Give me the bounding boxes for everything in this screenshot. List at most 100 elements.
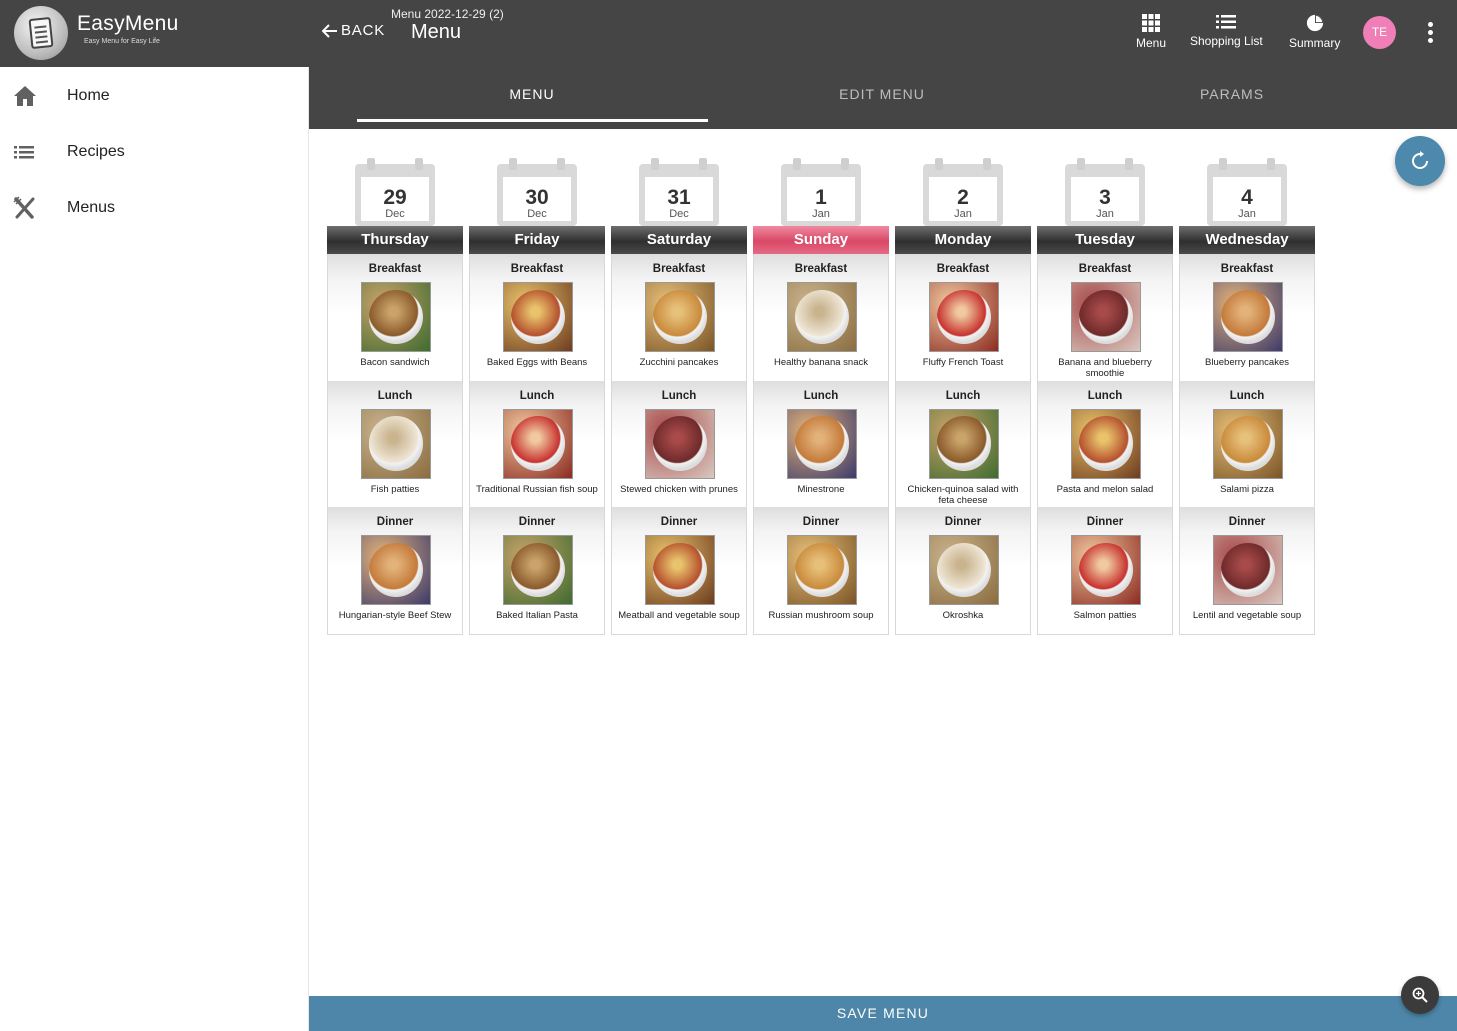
meal-name: Bacon sandwich xyxy=(360,357,430,368)
date-month: Jan xyxy=(1238,208,1256,220)
shopping-list-button[interactable]: Shopping List xyxy=(1190,14,1263,48)
meal-photo xyxy=(787,535,857,605)
meal-type-label: Dinner xyxy=(660,516,698,528)
meal-card[interactable]: Lunch Pasta and melon salad xyxy=(1038,380,1172,507)
meal-name: Stewed chicken with prunes xyxy=(620,483,738,495)
more-options-icon[interactable] xyxy=(1424,22,1436,44)
meal-type-label: Lunch xyxy=(803,389,839,402)
meal-card[interactable]: Dinner Russian mushroom soup xyxy=(754,507,888,634)
meal-type-label: Dinner xyxy=(944,516,982,528)
easymenu-logo[interactable] xyxy=(14,6,68,60)
tab-menu[interactable]: MENU xyxy=(357,67,707,123)
meal-card[interactable]: Breakfast Zucchini pancakes xyxy=(612,254,746,381)
meal-type-label: Breakfast xyxy=(652,263,706,275)
meal-photo xyxy=(503,535,573,605)
weekday-header: Sunday xyxy=(753,226,889,254)
meal-photo xyxy=(1071,282,1141,352)
summary-button[interactable]: Summary xyxy=(1289,14,1340,50)
meal-card[interactable]: Dinner Lentil and vegetable soup xyxy=(1180,507,1314,634)
home-icon xyxy=(14,86,36,106)
meal-photo xyxy=(361,282,431,352)
meal-type-label: Dinner xyxy=(802,516,840,528)
date-day: 1 xyxy=(815,186,827,209)
sidebar-item-menus[interactable]: Menus xyxy=(0,180,308,236)
meal-card[interactable]: Dinner Salmon patties xyxy=(1038,507,1172,634)
meal-list: Breakfast Baked Eggs with Beans Lunch Tradi… xyxy=(469,254,605,635)
back-button[interactable]: BACK xyxy=(322,22,385,39)
date-day: 4 xyxy=(1241,186,1253,209)
brand-tagline: Easy Menu for Easy Life xyxy=(84,38,160,45)
menu-view-label: Menu xyxy=(1136,36,1167,50)
calendar-date-icon: 4 Jan xyxy=(1207,156,1287,226)
calendar-date-icon: 3 Jan xyxy=(1065,156,1145,226)
sidebar-item-home[interactable]: Home xyxy=(0,68,308,124)
date-month: Jan xyxy=(1096,208,1114,220)
meal-name: Russian mushroom soup xyxy=(768,610,874,621)
meal-card[interactable]: Dinner Baked Italian Pasta xyxy=(470,507,604,634)
meal-list: Breakfast Banana and blueberry smoothie Lu… xyxy=(1037,254,1173,635)
meal-card[interactable]: Lunch Fish patties xyxy=(328,380,462,507)
tab-edit-menu[interactable]: EDIT MENU xyxy=(707,67,1057,123)
meal-photo xyxy=(645,535,715,605)
app-bar: EasyMenu Easy Menu for Easy Life BACK Me… xyxy=(0,0,1457,67)
user-avatar[interactable]: TE xyxy=(1363,16,1396,49)
meal-card[interactable]: Dinner Okroshka xyxy=(896,507,1030,634)
meal-card[interactable]: Lunch Minestrone xyxy=(754,380,888,507)
meal-card[interactable]: Breakfast Healthy banana snack xyxy=(754,254,888,381)
meal-card[interactable]: Breakfast Baked Eggs with Beans xyxy=(470,254,604,381)
menu-view-button[interactable]: Menu xyxy=(1136,14,1166,50)
meal-list: Breakfast Zucchini pancakes Lunch Stewed ch… xyxy=(611,254,747,635)
date-day: 31 xyxy=(667,186,691,209)
date-day: 2 xyxy=(957,186,969,209)
zoom-button[interactable] xyxy=(1401,976,1439,1014)
meal-card[interactable]: Breakfast Banana and blueberry smoothie xyxy=(1038,254,1172,381)
meal-photo xyxy=(1071,408,1141,479)
sidebar-item-label: Home xyxy=(67,87,110,104)
meal-photo xyxy=(361,408,431,479)
meal-name: Pasta and melon salad xyxy=(1056,483,1154,495)
meal-type-label: Lunch xyxy=(1087,389,1123,402)
meal-photo xyxy=(1071,535,1141,605)
sidebar: Home Recipes Menus xyxy=(0,67,309,1031)
meal-list: Breakfast Blueberry pancakes Lunch Salami p… xyxy=(1179,254,1315,635)
summary-label: Summary xyxy=(1289,36,1341,50)
meal-card[interactable]: Dinner Meatball and vegetable soup xyxy=(612,507,746,634)
meal-card[interactable]: Lunch Salami pizza xyxy=(1180,380,1314,507)
meal-photo xyxy=(1213,282,1283,352)
meal-name: Baked Italian Pasta xyxy=(496,610,578,621)
weekday-header: Saturday xyxy=(611,226,747,254)
meal-name: Salami pizza xyxy=(1220,483,1274,495)
meal-photo xyxy=(1213,535,1283,605)
meal-card[interactable]: Lunch Traditional Russian fish soup xyxy=(470,380,604,507)
pie-chart-icon xyxy=(1306,14,1323,32)
calendar-date-icon: 31 Dec xyxy=(639,156,719,226)
meal-type-label: Breakfast xyxy=(1078,263,1132,275)
weekday-header: Thursday xyxy=(327,226,463,254)
date-month: Jan xyxy=(812,208,830,220)
weekday-header: Monday xyxy=(895,226,1031,254)
meal-card[interactable]: Dinner Hungarian-style Beef Stew xyxy=(328,507,462,634)
meal-list: Breakfast Healthy banana snack Lunch Minest… xyxy=(753,254,889,635)
date-day: 3 xyxy=(1099,186,1111,209)
refresh-button[interactable] xyxy=(1395,136,1445,186)
meal-card[interactable]: Breakfast Fluffy French Toast xyxy=(896,254,1030,381)
meal-card[interactable]: Lunch Stewed chicken with prunes xyxy=(612,380,746,507)
meal-type-label: Dinner xyxy=(1086,516,1124,528)
meal-card[interactable]: Breakfast Bacon sandwich xyxy=(328,254,462,381)
meal-photo xyxy=(645,282,715,352)
refresh-icon xyxy=(1412,151,1428,169)
calendar-date-icon: 30 Dec xyxy=(497,156,577,226)
save-menu-button[interactable]: SAVE MENU xyxy=(309,996,1457,1031)
date-month: Dec xyxy=(669,208,689,220)
tab-params[interactable]: PARAMS xyxy=(1057,67,1407,123)
back-label: BACK xyxy=(341,22,386,39)
meal-type-label: Lunch xyxy=(1229,389,1265,402)
meal-card[interactable]: Breakfast Blueberry pancakes xyxy=(1180,254,1314,381)
brand-name: EasyMenu xyxy=(77,12,179,35)
meal-card[interactable]: Lunch Chicken-quinoa salad with feta chee… xyxy=(896,380,1030,507)
calendar-date-icon: 29 Dec xyxy=(355,156,435,226)
meal-name: Okroshka xyxy=(942,610,984,621)
meal-name: Traditional Russian fish soup xyxy=(476,483,598,495)
meal-type-label: Lunch xyxy=(945,389,981,402)
sidebar-item-recipes[interactable]: Recipes xyxy=(0,124,308,180)
